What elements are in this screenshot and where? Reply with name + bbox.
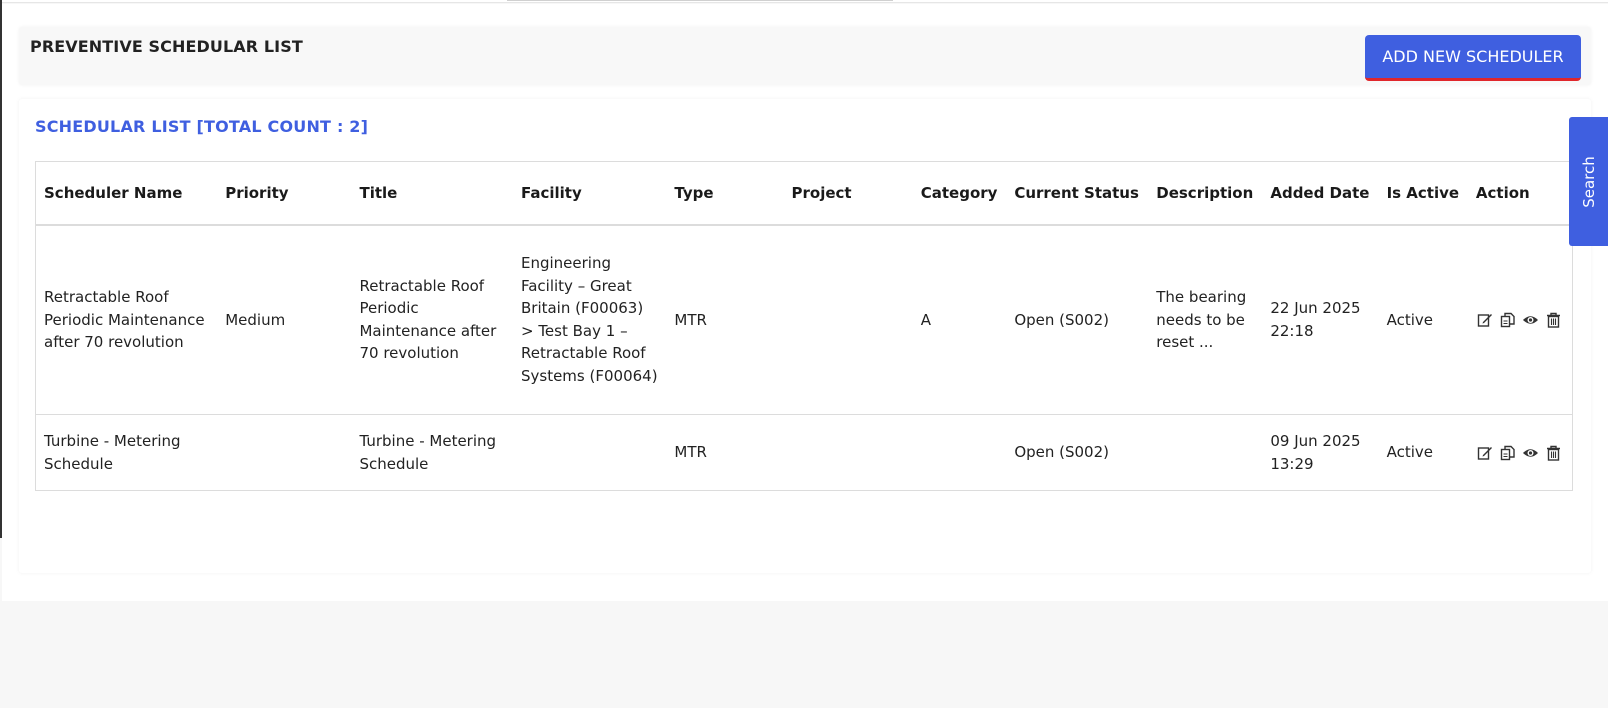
cell-category: A	[912, 224, 1007, 415]
column-header-added-date[interactable]: Added Date	[1262, 161, 1379, 226]
search-tab-label: Search	[1579, 155, 1598, 208]
cell-actions	[1467, 414, 1573, 491]
cell-project	[783, 414, 913, 491]
cell-current-status: Open (S002)	[1006, 414, 1149, 491]
cell-priority	[217, 414, 352, 491]
top-strip	[2, 0, 1608, 3]
cell-project	[783, 224, 913, 415]
cell-added-date: 22 Jun 2025 22:18	[1262, 224, 1379, 415]
view-icon[interactable]	[1522, 311, 1540, 329]
cell-scheduler-name: Retractable Roof Periodic Maintenance af…	[35, 224, 218, 415]
table-row: Turbine - Metering Schedule Turbine - Me…	[35, 414, 1573, 491]
column-header-title[interactable]: Title	[351, 161, 513, 226]
cell-facility: Engineering Facility – Great Britain (F0…	[512, 224, 667, 415]
scheduler-list-card: SCHEDULAR LIST [TOTAL COUNT : 2] Schedul…	[19, 99, 1591, 573]
cell-scheduler-name: Turbine - Metering Schedule	[35, 414, 218, 491]
column-header-current-status[interactable]: Current Status	[1006, 161, 1149, 226]
column-header-scheduler-name[interactable]: Scheduler Name	[35, 161, 218, 226]
search-side-tab[interactable]: Search	[1569, 117, 1608, 246]
cell-current-status: Open (S002)	[1006, 224, 1149, 415]
add-new-scheduler-button[interactable]: ADD NEW SCHEDULER	[1365, 35, 1581, 81]
cell-description	[1148, 414, 1263, 491]
column-header-description[interactable]: Description	[1148, 161, 1263, 226]
cell-is-active: Active	[1378, 414, 1468, 491]
edit-icon[interactable]	[1476, 311, 1494, 329]
column-header-type[interactable]: Type	[666, 161, 784, 226]
cell-added-date: 09 Jun 2025 13:29	[1262, 414, 1379, 491]
view-icon[interactable]	[1522, 444, 1540, 462]
cell-type: MTR	[666, 414, 784, 491]
column-header-priority[interactable]: Priority	[217, 161, 352, 226]
cell-type: MTR	[666, 224, 784, 415]
cell-facility	[512, 414, 667, 491]
cell-category	[912, 414, 1007, 491]
cell-is-active: Active	[1378, 224, 1468, 415]
cell-title: Turbine - Metering Schedule	[351, 414, 513, 491]
column-header-action: Action	[1467, 161, 1573, 226]
delete-icon[interactable]	[1545, 311, 1563, 329]
row-actions	[1476, 444, 1564, 462]
page-title: PREVENTIVE SCHEDULAR LIST	[30, 37, 303, 56]
table-row: Retractable Roof Periodic Maintenance af…	[35, 224, 1573, 415]
top-strip-divider	[507, 0, 893, 1]
column-header-facility[interactable]: Facility	[512, 161, 667, 226]
cell-description: The bearing needs to be reset ...	[1148, 224, 1263, 415]
column-header-project[interactable]: Project	[783, 161, 913, 226]
cell-actions	[1467, 224, 1573, 415]
cell-title: Retractable Roof Periodic Maintenance af…	[351, 224, 513, 415]
delete-icon[interactable]	[1545, 444, 1563, 462]
cell-priority: Medium	[217, 224, 352, 415]
copy-icon[interactable]	[1499, 311, 1517, 329]
page-header: PREVENTIVE SCHEDULAR LIST ADD NEW SCHEDU…	[19, 27, 1591, 85]
column-header-category[interactable]: Category	[912, 161, 1007, 226]
column-header-is-active[interactable]: Is Active	[1378, 161, 1468, 226]
copy-icon[interactable]	[1499, 444, 1517, 462]
scheduler-table: Scheduler Name Priority Title Facility T…	[35, 161, 1573, 491]
edit-icon[interactable]	[1476, 444, 1494, 462]
list-title: SCHEDULAR LIST [TOTAL COUNT : 2]	[35, 117, 369, 136]
table-header-row: Scheduler Name Priority Title Facility T…	[35, 161, 1573, 226]
row-actions	[1476, 311, 1564, 329]
